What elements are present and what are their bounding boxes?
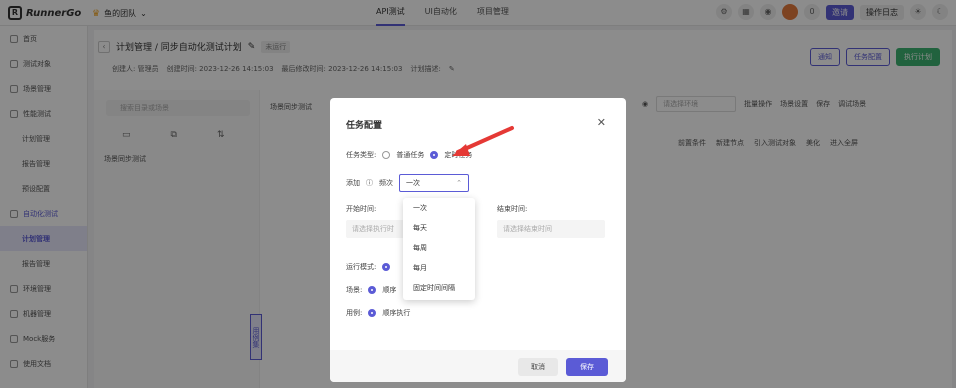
radio-scene[interactable] — [368, 286, 377, 294]
case-label: 用例: — [346, 309, 363, 317]
scene-value: 顺序 — [382, 286, 397, 294]
type-normal-label: 普通任务 — [396, 151, 425, 159]
run-mode-label: 运行模式: — [346, 263, 377, 271]
freq-option[interactable]: 一次 — [403, 198, 475, 218]
freq-value: 一次 — [406, 179, 420, 187]
freq-label: 频次 — [379, 179, 393, 187]
radio-timed[interactable] — [430, 151, 439, 159]
freq-option[interactable]: 每天 — [403, 218, 475, 238]
case-value: 顺序执行 — [382, 309, 411, 317]
scene-row: 场景: 顺序 — [346, 285, 396, 295]
radio-case[interactable] — [368, 309, 377, 317]
chevron-up-icon: ⌃ — [456, 179, 462, 187]
modal-title: 任务配置 — [346, 121, 383, 131]
task-type-label: 任务类型: — [346, 151, 377, 159]
case-row: 用例: 顺序执行 — [346, 308, 410, 318]
freq-option[interactable]: 固定时间间隔 — [403, 278, 475, 298]
close-icon[interactable]: ✕ — [597, 116, 606, 129]
end-label: 结束时间: — [497, 205, 528, 213]
freq-select[interactable]: 一次 ⌃ — [399, 174, 469, 192]
run-mode-row: 运行模式: — [346, 262, 391, 272]
freq-option[interactable]: 每月 — [403, 258, 475, 278]
add-label: 添加 — [346, 179, 360, 187]
freq-option[interactable]: 每周 — [403, 238, 475, 258]
info-icon: ⓘ — [366, 179, 373, 187]
save-button[interactable]: 保存 — [566, 358, 608, 376]
scene-label: 场景: — [346, 286, 363, 294]
freq-row: 添加 ⓘ 频次 一次 ⌃ — [346, 174, 469, 192]
start-label: 开始时间: — [346, 205, 377, 213]
radio-normal[interactable] — [382, 151, 391, 159]
freq-dropdown: 一次 每天 每周 每月 固定时间间隔 — [403, 198, 475, 300]
annotation-arrow-icon — [452, 126, 514, 156]
cancel-button[interactable]: 取消 — [518, 358, 558, 376]
modal-footer: 取消 保存 — [330, 350, 626, 382]
end-time-input[interactable]: 请选择结束时间 — [497, 220, 605, 238]
radio-run-mode[interactable] — [382, 263, 391, 271]
